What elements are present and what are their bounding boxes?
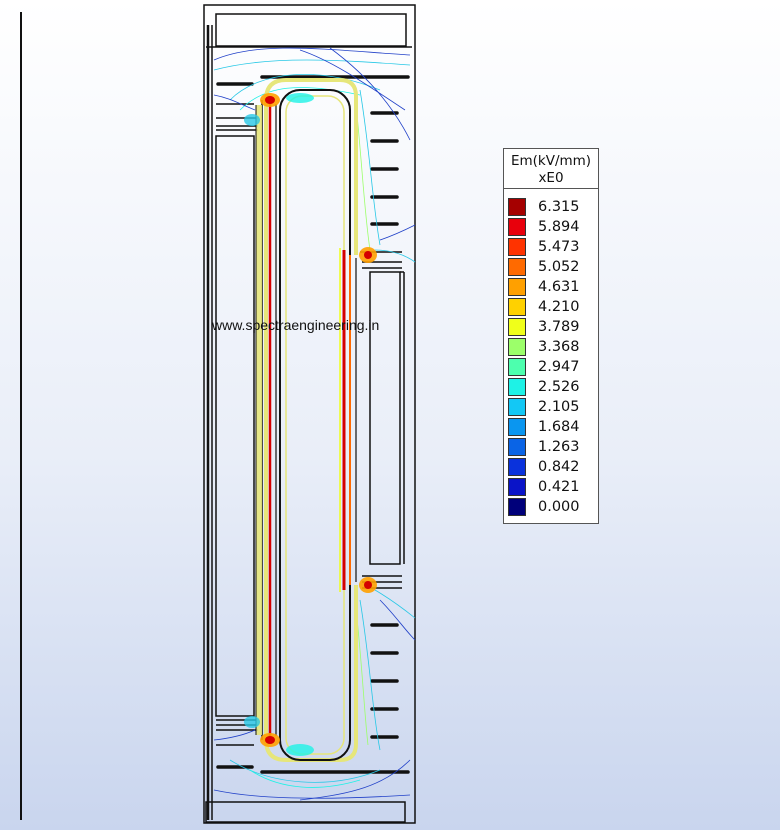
legend-value: 2.105 xyxy=(538,399,580,415)
legend-title: Em(kV/mm) xE0 xyxy=(504,149,598,189)
legend-value: 6.315 xyxy=(538,199,580,215)
legend-swatch xyxy=(508,238,526,256)
watermark-text: www.spectraengineering.in xyxy=(212,317,380,333)
insulation-barriers xyxy=(216,75,410,774)
legend-row: 0.000 xyxy=(504,497,598,517)
lv-field-band xyxy=(255,105,262,735)
outer-tank xyxy=(203,4,416,824)
field-plot-viewport xyxy=(20,4,416,824)
legend-row: 5.052 xyxy=(504,257,598,277)
legend-swatch xyxy=(508,258,526,276)
legend-swatch xyxy=(508,318,526,336)
legend-title-unit: Em(kV/mm) xyxy=(510,153,592,169)
legend-value: 1.263 xyxy=(538,439,580,455)
legend-value: 0.000 xyxy=(538,499,580,515)
legend-value: 1.684 xyxy=(538,419,580,435)
bottom-yoke xyxy=(205,801,406,823)
legend-swatch xyxy=(508,438,526,456)
legend-value: 5.473 xyxy=(538,239,580,255)
legend-value: 4.210 xyxy=(538,299,580,315)
legend-swatch xyxy=(508,458,526,476)
legend-swatch xyxy=(508,398,526,416)
legend-rows: 6.315 5.894 5.473 5.052 4.631 4.210 3.789 3.368… xyxy=(504,197,598,517)
legend-row: 2.105 xyxy=(504,397,598,417)
legend-row: 3.368 xyxy=(504,337,598,357)
legend-row: 3.789 xyxy=(504,317,598,337)
legend-swatch xyxy=(508,278,526,296)
hv-winding xyxy=(369,271,401,565)
legend-value: 5.052 xyxy=(538,259,580,275)
legend-swatch xyxy=(508,338,526,356)
conductor-loop-outer xyxy=(261,78,358,762)
legend-value: 0.421 xyxy=(538,479,580,495)
top-yoke xyxy=(215,13,407,47)
legend-swatch xyxy=(508,298,526,316)
conductor-loop-inner xyxy=(279,89,357,761)
legend-value: 3.789 xyxy=(538,319,580,335)
legend-value: 2.947 xyxy=(538,359,580,375)
legend-row: 6.315 xyxy=(504,197,598,217)
legend-title-scale: xE0 xyxy=(538,170,564,186)
legend-row: 4.631 xyxy=(504,277,598,297)
legend-swatch xyxy=(508,498,526,516)
color-legend: Em(kV/mm) xE0 6.315 5.894 5.473 5.052 4.631 4… xyxy=(503,148,599,524)
legend-swatch xyxy=(508,198,526,216)
legend-row: 2.947 xyxy=(504,357,598,377)
legend-row: 2.526 xyxy=(504,377,598,397)
legend-row: 5.894 xyxy=(504,217,598,237)
legend-row: 5.473 xyxy=(504,237,598,257)
legend-row: 1.263 xyxy=(504,437,598,457)
legend-value: 5.894 xyxy=(538,219,580,235)
legend-swatch xyxy=(508,478,526,496)
field-contours xyxy=(213,47,416,801)
legend-swatch xyxy=(508,358,526,376)
legend-row: 0.421 xyxy=(504,477,598,497)
legend-value: 3.368 xyxy=(538,339,580,355)
transformer-geometry xyxy=(203,4,416,824)
legend-swatch xyxy=(508,418,526,436)
legend-value: 4.631 xyxy=(538,279,580,295)
legend-value: 0.842 xyxy=(538,459,580,475)
legend-value: 2.526 xyxy=(538,379,580,395)
legend-row: 1.684 xyxy=(504,417,598,437)
legend-swatch xyxy=(508,218,526,236)
legend-swatch xyxy=(508,378,526,396)
lv-winding xyxy=(215,135,255,717)
legend-row: 0.842 xyxy=(504,457,598,477)
legend-row: 4.210 xyxy=(504,297,598,317)
